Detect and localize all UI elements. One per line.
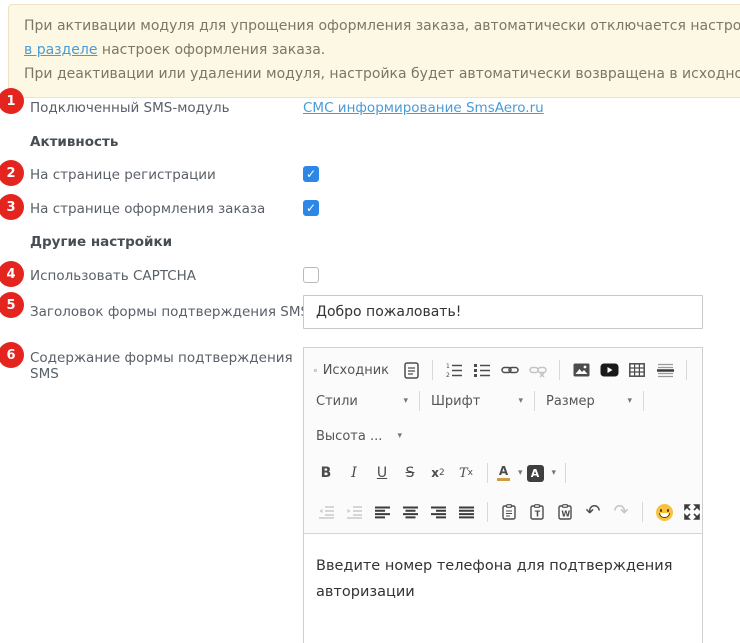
bold-button[interactable]: B: [314, 460, 338, 486]
source-button-label: Исходник: [323, 363, 389, 378]
captcha-label: Использовать CAPTCHA: [30, 268, 196, 284]
notice-line2-rest: настроек оформления заказа.: [97, 42, 325, 58]
line-height-dropdown[interactable]: Высота ... ▾: [312, 424, 406, 448]
paste-from-word-button[interactable]: W: [553, 499, 577, 525]
other-settings-section-header: Другие настройки: [30, 234, 172, 250]
toolbar-separator: [559, 360, 560, 380]
align-center-button[interactable]: [398, 499, 422, 525]
notice-line3: При деактивации или удалении модуля, нас…: [24, 66, 740, 82]
caret-down-icon: ▾: [518, 396, 523, 406]
callout-badge-4: 4: [0, 261, 24, 287]
font-dropdown-label: Шрифт: [431, 394, 480, 409]
sms-module-label: Подключенный SMS-модуль: [30, 100, 230, 116]
line-height-dropdown-label: Высота ...: [316, 429, 382, 444]
subscript-button[interactable]: x2: [426, 460, 450, 486]
horizontal-rule-button[interactable]: [653, 357, 677, 383]
svg-text:1: 1: [446, 363, 450, 370]
callout-badge-1: 1: [0, 88, 24, 114]
caret-down-icon: ▾: [627, 396, 632, 406]
align-right-button[interactable]: [426, 499, 450, 525]
registration-checkbox[interactable]: ✓: [303, 166, 319, 182]
size-dropdown[interactable]: Размер ▾: [542, 389, 636, 413]
underline-button[interactable]: U: [370, 460, 394, 486]
svg-text:2: 2: [446, 372, 450, 378]
styles-dropdown-label: Стили: [316, 394, 358, 409]
decrease-indent-button[interactable]: [314, 499, 338, 525]
link-button[interactable]: [498, 357, 522, 383]
smiley-icon: [656, 504, 673, 521]
text-color-button[interactable]: A ▾: [497, 460, 523, 486]
checkout-checkbox[interactable]: ✓: [303, 200, 319, 216]
toolbar-separator: [565, 463, 566, 483]
youtube-button[interactable]: [597, 357, 621, 383]
svg-text:W: W: [561, 510, 570, 519]
section-link[interactable]: в разделе: [24, 42, 97, 58]
rich-text-editor: Исходник 12: [303, 347, 703, 643]
numbered-list-button[interactable]: 12: [442, 357, 466, 383]
toolbar-separator: [487, 502, 488, 522]
toolbar-separator: [534, 391, 535, 411]
toolbar-separator: [432, 360, 433, 380]
smiley-button[interactable]: [652, 499, 676, 525]
callout-badge-6: 6: [0, 342, 24, 368]
caret-down-icon: ▾: [403, 396, 408, 406]
callout-badge-5: 5: [0, 292, 24, 318]
paste-button[interactable]: [497, 499, 521, 525]
remove-format-button[interactable]: Tx: [454, 460, 478, 486]
editor-toolbar-row-2: Стили ▾ Шрифт ▾ Размер ▾: [304, 386, 702, 416]
captcha-checkbox[interactable]: ✓: [303, 267, 319, 283]
unlink-button[interactable]: [526, 357, 550, 383]
table-button[interactable]: [625, 357, 649, 383]
check-icon: ✓: [306, 168, 316, 180]
sms-content-label: Содержание формы подтверждения SMS: [30, 350, 300, 382]
settings-page: При активации модуля для упрощения оформ…: [0, 0, 740, 643]
caret-down-icon: ▾: [397, 431, 402, 441]
editor-toolbar-row-3: Высота ... ▾: [304, 416, 702, 454]
editor-content[interactable]: Введите номер телефона для подтверждения…: [304, 533, 702, 643]
registration-label: На странице регистрации: [30, 167, 216, 183]
styles-dropdown[interactable]: Стили ▾: [312, 389, 412, 413]
font-dropdown[interactable]: Шрифт ▾: [427, 389, 527, 413]
background-color-icon: A: [527, 465, 544, 482]
templates-button[interactable]: [399, 357, 423, 383]
sms-title-label: Заголовок формы подтверждения SMS: [30, 304, 309, 320]
justify-button[interactable]: [454, 499, 478, 525]
image-button[interactable]: [569, 357, 593, 383]
check-icon: ✓: [306, 202, 316, 214]
bulleted-list-button[interactable]: [470, 357, 494, 383]
sms-title-input[interactable]: [303, 295, 703, 329]
background-color-button[interactable]: A ▾: [527, 460, 557, 486]
editor-toolbar-row-1: Исходник 12: [304, 348, 702, 386]
caret-down-icon: ▾: [552, 468, 557, 478]
callout-badge-3: 3: [0, 194, 24, 220]
italic-button[interactable]: I: [342, 460, 366, 486]
checkout-label: На странице оформления заказа: [30, 201, 265, 217]
toolbar-separator: [686, 360, 687, 380]
editor-toolbar-row-4: B I U S x2 Tx A ▾ A ▾: [304, 454, 702, 492]
toolbar-separator: [642, 502, 643, 522]
caret-down-icon: ▾: [518, 468, 523, 478]
toolbar-separator: [487, 463, 488, 483]
warning-notice: При активации модуля для упрощения оформ…: [8, 4, 740, 98]
svg-text:T: T: [535, 510, 541, 519]
paste-text-button[interactable]: T: [525, 499, 549, 525]
source-button[interactable]: Исходник: [314, 357, 389, 383]
strikethrough-button[interactable]: S: [398, 460, 422, 486]
toolbar-separator: [419, 391, 420, 411]
editor-toolbar-row-5: T W ↶ ↷: [304, 492, 702, 533]
callout-badge-2: 2: [0, 160, 24, 186]
sms-module-link[interactable]: СМС информирование SmsAero.ru: [303, 100, 544, 116]
increase-indent-button[interactable]: [342, 499, 366, 525]
activity-section-header: Активность: [30, 134, 118, 150]
toolbar-separator: [643, 391, 644, 411]
text-color-icon: A: [497, 465, 510, 481]
redo-button[interactable]: ↷: [609, 499, 633, 525]
size-dropdown-label: Размер: [546, 394, 595, 409]
undo-button[interactable]: ↶: [581, 499, 605, 525]
notice-line1: При активации модуля для упрощения оформ…: [24, 18, 740, 34]
align-left-button[interactable]: [370, 499, 394, 525]
maximize-button[interactable]: [680, 499, 704, 525]
